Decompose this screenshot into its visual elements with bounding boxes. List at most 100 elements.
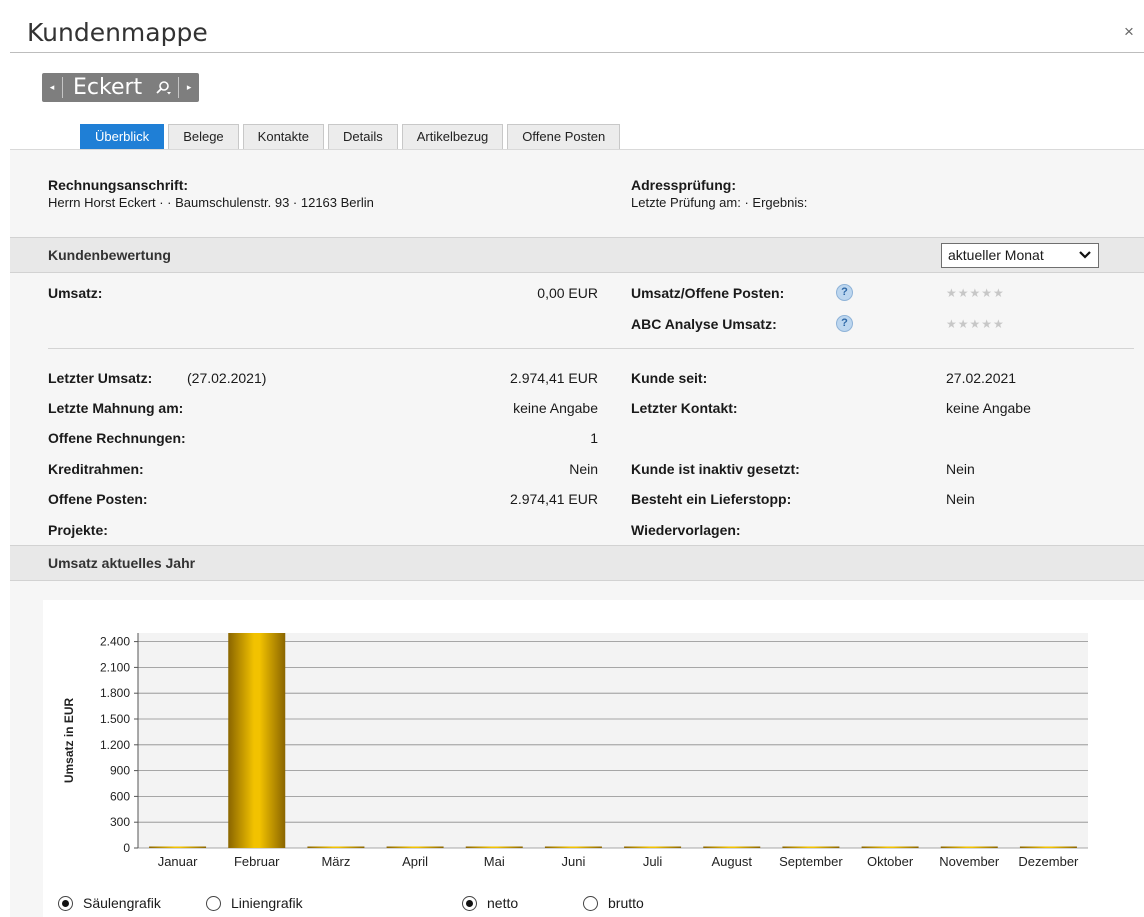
bar-oktober <box>861 846 919 848</box>
x-tick-label: März <box>321 854 350 869</box>
tab-details[interactable]: Details <box>328 124 398 149</box>
y-tick-label: 2.100 <box>100 660 130 674</box>
next-customer-button[interactable]: ▸ <box>179 73 199 102</box>
x-tick-label: Juli <box>643 854 663 869</box>
tab-offene-posten[interactable]: Offene Posten <box>507 124 621 149</box>
x-tick-label: August <box>712 854 753 869</box>
bar-september <box>782 846 840 848</box>
radio-saeulengrafik-label: Säulengrafik <box>83 895 161 911</box>
customer-rating-header: Kundenbewertung aktueller Monat <box>10 237 1144 273</box>
bar-januar <box>149 846 207 848</box>
y-tick-label: 2.400 <box>100 635 130 649</box>
kunde-inaktiv-label: Kunde ist inaktiv gesetzt: <box>631 461 800 477</box>
bar-august <box>703 846 761 848</box>
overview-panel: Rechnungsanschrift: Herrn Horst Eckert ·… <box>10 149 1144 917</box>
y-tick-label: 300 <box>110 815 130 829</box>
radio-circle <box>206 895 221 911</box>
kreditrahmen-label: Kreditrahmen: <box>48 461 144 477</box>
search-icon <box>156 80 172 94</box>
y-tick-label: 1.500 <box>100 712 130 726</box>
revenue-bar-chart: 0 300 600 900 1.200 1.500 1.800 2.100 2.400 Janua… <box>62 633 1088 869</box>
wiedervorlagen-label: Wiedervorlagen: <box>631 522 741 538</box>
radio-circle <box>462 895 477 911</box>
lieferstopp-value: Nein <box>946 491 975 507</box>
radio-liniengrafik-label: Liniengrafik <box>231 895 303 911</box>
window-title: Kundenmappe <box>27 18 208 47</box>
umsatz-offene-posten-label: Umsatz/Offene Posten: <box>631 285 785 301</box>
letzte-mahnung-value: keine Angabe <box>513 400 598 416</box>
radio-netto[interactable]: netto <box>462 895 518 911</box>
umsatz-value: 0,00 EUR <box>537 285 598 301</box>
y-tick-label: 1.200 <box>100 738 130 752</box>
radio-circle <box>583 895 598 911</box>
x-tick-label: Juni <box>561 854 585 869</box>
bar-märz <box>307 846 365 848</box>
x-tick-label: November <box>939 854 1000 869</box>
abc-analyse-rating-stars: ★★★★★ <box>946 317 1005 331</box>
kunde-seit-label: Kunde seit: <box>631 370 708 386</box>
revenue-chart-container: 0 300 600 900 1.200 1.500 1.800 2.100 2.400 Janua… <box>43 600 1144 917</box>
projekte-label: Projekte: <box>48 522 108 538</box>
bar-juni <box>544 846 602 848</box>
radio-brutto[interactable]: brutto <box>583 895 644 911</box>
kunde-seit-value: 27.02.2021 <box>946 370 1017 386</box>
revenue-year-header: Umsatz aktuelles Jahr <box>10 545 1144 581</box>
letzter-kontakt-label: Letzter Kontakt: <box>631 400 738 416</box>
chevron-down-icon <box>1078 244 1092 274</box>
bar-dezember <box>1019 846 1077 848</box>
y-tick-label: 900 <box>110 764 130 778</box>
x-tick-label: Oktober <box>867 854 914 869</box>
umsatz-offene-posten-rating-stars: ★★★★★ <box>946 286 1005 300</box>
revenue-year-title: Umsatz aktuelles Jahr <box>48 555 196 571</box>
abc-analyse-label: ABC Analyse Umsatz: <box>631 316 777 332</box>
customer-search-button[interactable] <box>148 73 178 102</box>
bar-juli <box>624 846 682 848</box>
letzter-kontakt-value: keine Angabe <box>946 400 1031 416</box>
y-axis-title: Umsatz in EUR <box>62 697 76 783</box>
abc-analyse-help-icon[interactable]: ? <box>836 315 853 332</box>
letzter-umsatz-date: (27.02.2021) <box>187 370 267 386</box>
umsatz-offene-posten-help-icon[interactable]: ? <box>836 284 853 301</box>
bar-november <box>940 846 998 848</box>
billing-address-label: Rechnungsanschrift: <box>48 177 189 193</box>
offene-posten-label: Offene Posten: <box>48 491 148 507</box>
letzte-mahnung-label: Letzte Mahnung am: <box>48 400 184 416</box>
x-tick-label: Mai <box>484 854 505 869</box>
billing-address-value: Herrn Horst Eckert · · Baumschulenstr. 9… <box>48 195 374 210</box>
offene-rechnungen-value: 1 <box>590 430 598 446</box>
tab-bar: Überblick Belege Kontakte Details Artike… <box>80 124 624 149</box>
rating-divider <box>48 348 1134 349</box>
y-tick-label: 0 <box>123 841 130 855</box>
bar-februar <box>228 633 286 848</box>
x-tick-label: September <box>779 854 843 869</box>
y-tick-label: 1.800 <box>100 686 130 700</box>
close-icon[interactable]: × <box>1124 22 1134 42</box>
kunde-inaktiv-value: Nein <box>946 461 975 477</box>
offene-posten-value: 2.974,41 EUR <box>510 491 598 507</box>
tab-belege[interactable]: Belege <box>168 124 239 149</box>
x-tick-label: Dezember <box>1018 854 1079 869</box>
address-check-label: Adressprüfung: <box>631 177 736 193</box>
umsatz-label: Umsatz: <box>48 285 103 301</box>
tab-artikelbezug[interactable]: Artikelbezug <box>401 124 504 149</box>
y-tick-label: 600 <box>110 789 130 803</box>
period-select[interactable]: aktueller Monat <box>941 243 1099 268</box>
customer-navigator: ◂ Eckert ▸ <box>42 73 200 102</box>
period-select-value: aktueller Monat <box>948 247 1044 263</box>
title-divider <box>10 52 1144 53</box>
customer-rating-title: Kundenbewertung <box>48 247 171 263</box>
tab-ueberblick[interactable]: Überblick <box>80 124 165 149</box>
letzter-umsatz-label: Letzter Umsatz: <box>48 370 153 386</box>
radio-saeulengrafik[interactable]: Säulengrafik <box>58 895 161 911</box>
tab-kontakte[interactable]: Kontakte <box>242 124 324 149</box>
customer-name[interactable]: Eckert <box>63 73 148 102</box>
address-check-value: Letzte Prüfung am: · Ergebnis: <box>631 195 808 210</box>
x-tick-label: Januar <box>158 854 198 869</box>
radio-circle <box>58 895 73 911</box>
radio-liniengrafik[interactable]: Liniengrafik <box>206 895 303 911</box>
kreditrahmen-value: Nein <box>569 461 598 477</box>
previous-customer-button[interactable]: ◂ <box>42 73 62 102</box>
radio-netto-label: netto <box>487 895 519 911</box>
radio-brutto-label: brutto <box>608 895 644 911</box>
letzter-umsatz-value: 2.974,41 EUR <box>510 370 598 386</box>
